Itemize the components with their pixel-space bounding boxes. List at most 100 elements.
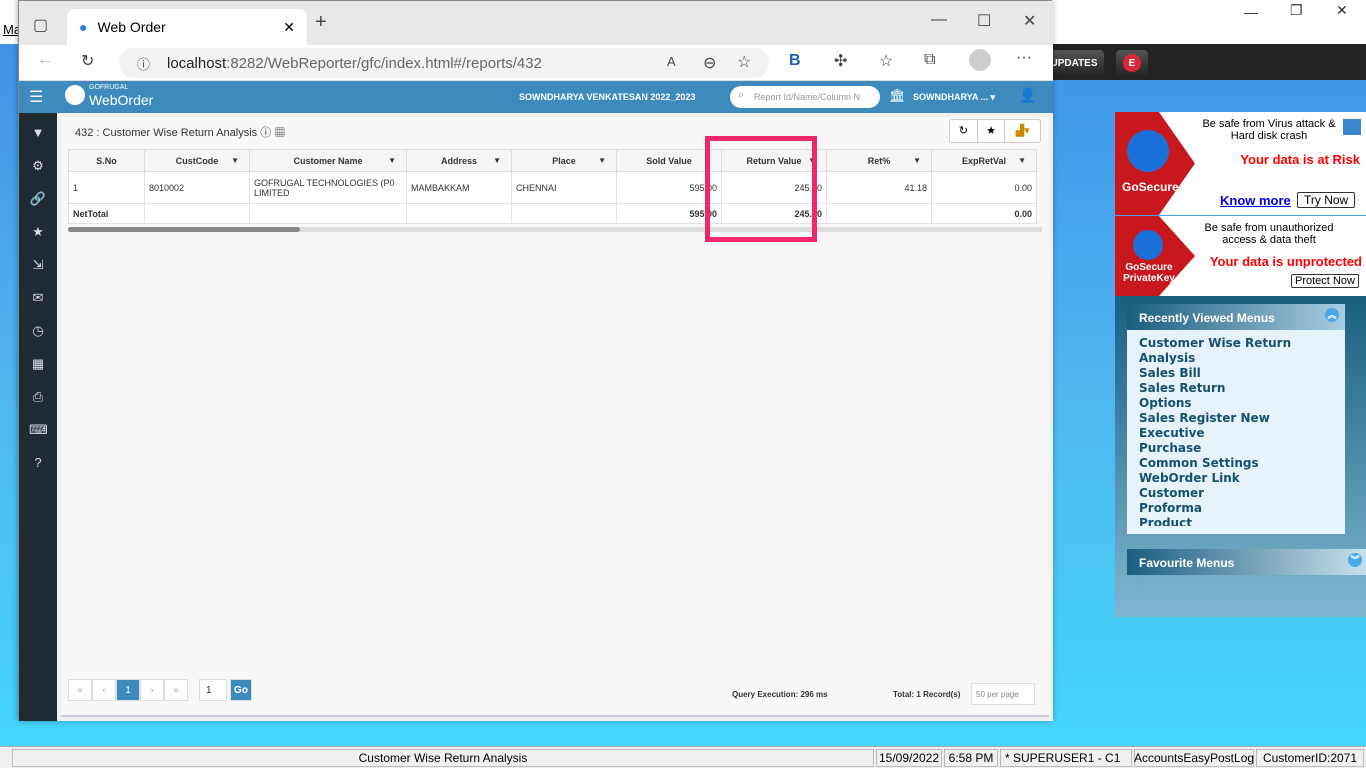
recent-menu-item[interactable]: Purchase: [1139, 441, 1333, 456]
info-icon: ⓘ: [137, 57, 151, 72]
table-row[interactable]: 1 8010002 GOFRUGAL TECHNOLOGIES (P0 LIMITE…: [68, 171, 1037, 204]
know-more-link[interactable]: Know more: [1220, 193, 1291, 208]
read-aloud-icon[interactable]: A: [667, 54, 676, 69]
try-now-button[interactable]: Try Now: [1297, 192, 1356, 208]
export-icon[interactable]: ⇲: [29, 257, 47, 273]
extensions-icon[interactable]: ✣: [834, 51, 847, 71]
next-page-button[interactable]: ›: [140, 679, 164, 701]
column-menu-icon[interactable]: ▼: [598, 156, 606, 165]
refresh-icon[interactable]: [1343, 119, 1361, 135]
recent-menu-item[interactable]: Sales Bill: [1139, 366, 1333, 381]
favourite-menus-header[interactable]: Favourite Menus ︾: [1127, 549, 1366, 575]
gosecure-ad: GoSecure Be safe from Virus attack & Hard…: [1115, 112, 1366, 215]
column-header[interactable]: Address ▼: [406, 149, 512, 172]
more-icon[interactable]: ···: [1016, 49, 1032, 67]
per-page-select[interactable]: 50 per page: [971, 683, 1035, 705]
bing-extension-icon[interactable]: B: [789, 52, 801, 70]
report-search-input[interactable]: Report Id/Name/Column N ⌕: [730, 86, 880, 108]
updates-button[interactable]: UPDATES: [1044, 50, 1104, 76]
column-menu-icon[interactable]: ▼: [388, 156, 396, 165]
user-icon[interactable]: 👤: [1019, 87, 1036, 104]
tab-web-order[interactable]: ● Web Order ✕: [67, 9, 307, 45]
column-menu-icon[interactable]: ▼: [1018, 156, 1026, 165]
company-dropdown[interactable]: SOWNDHARYA ... ▾: [913, 92, 995, 103]
recent-menu-item[interactable]: Common Settings: [1139, 456, 1333, 471]
minimize-icon[interactable]: —: [931, 11, 947, 29]
current-page-button[interactable]: 1: [116, 679, 140, 701]
recent-menus-header[interactable]: Recently Viewed Menus ︽: [1127, 304, 1345, 330]
hamburger-menu-icon[interactable]: ☰: [29, 87, 43, 107]
first-page-button[interactable]: «: [68, 679, 92, 701]
settings-icon[interactable]: ⚙: [29, 158, 47, 174]
go-button[interactable]: Go: [230, 679, 252, 701]
reload-icon[interactable]: ↻: [81, 51, 94, 71]
recent-menu-item[interactable]: Customer: [1139, 486, 1333, 501]
refresh-icon[interactable]: ↻: [950, 120, 978, 142]
horizontal-scrollbar[interactable]: [68, 227, 1042, 232]
close-icon[interactable]: ✕: [1336, 2, 1348, 19]
protect-now-button[interactable]: Protect Now: [1291, 274, 1359, 288]
record-total: Total: 1 Record(s): [893, 690, 961, 699]
recent-menu-item[interactable]: Proforma: [1139, 501, 1333, 516]
print-icon[interactable]: ⎙: [29, 389, 47, 405]
prev-page-button[interactable]: ‹: [92, 679, 116, 701]
recent-menu-item[interactable]: WebOrder Link: [1139, 471, 1333, 486]
mail-icon[interactable]: ✉: [29, 290, 47, 306]
goto-page-input[interactable]: 1: [199, 679, 227, 701]
url-input[interactable]: ⓘ localhost:8282/WebReporter/gfc/index.ht…: [119, 48, 769, 78]
close-window-icon[interactable]: ✕: [1023, 11, 1036, 31]
total-cell: [249, 203, 407, 224]
star-icon[interactable]: ★: [29, 224, 47, 240]
expand-icon: ︾: [1348, 553, 1362, 567]
column-header[interactable]: ExpRetVal ▼: [931, 149, 1037, 172]
column-header[interactable]: Ret% ▼: [826, 149, 932, 172]
report-title: 432 : Customer Wise Return Analysis ⓘ ▦: [75, 127, 286, 139]
database-lock-icon: [1133, 230, 1163, 260]
calendar-icon[interactable]: ▦: [29, 356, 47, 372]
column-header[interactable]: CustCode ▼: [144, 149, 250, 172]
report-content: 432 : Customer Wise Return Analysis ⓘ ▦ …: [57, 113, 1053, 721]
new-tab-icon[interactable]: +: [315, 11, 327, 34]
help-icon[interactable]: ⓘ: [260, 127, 271, 139]
recent-menu-item[interactable]: Options: [1139, 396, 1333, 411]
e-badge: E: [1123, 54, 1141, 72]
recent-menu-item[interactable]: Product: [1139, 516, 1333, 526]
recent-menu-item[interactable]: Executive: [1139, 426, 1333, 441]
restore-icon[interactable]: ❐: [1290, 2, 1303, 19]
favorite-star-icon[interactable]: ★: [978, 120, 1006, 142]
column-menu-icon[interactable]: ▼: [913, 156, 921, 165]
last-page-button[interactable]: »: [164, 679, 188, 701]
clock-icon[interactable]: ◷: [29, 323, 47, 339]
search-icon: ⌕: [738, 89, 745, 101]
favorite-add-icon[interactable]: ☆: [737, 52, 751, 72]
back-icon[interactable]: ←: [37, 51, 53, 69]
column-menu-icon[interactable]: ▼: [231, 156, 239, 165]
zoom-icon[interactable]: ⊖: [703, 53, 716, 73]
column-header[interactable]: S.No: [68, 149, 145, 172]
columns-icon[interactable]: ▦: [274, 127, 285, 139]
chart-dropdown-icon[interactable]: ▟▾: [1005, 120, 1040, 142]
tab-actions-icon[interactable]: ▢: [33, 15, 48, 35]
table-cell: MAMBAKKAM: [406, 171, 512, 204]
link-icon[interactable]: 🔗: [29, 191, 47, 207]
filter-icon[interactable]: ▼: [29, 125, 47, 140]
column-menu-icon[interactable]: ▼: [493, 156, 501, 165]
keyboard-icon[interactable]: ⌨: [29, 422, 48, 438]
collections-icon[interactable]: ⧉: [924, 51, 935, 69]
favorites-icon[interactable]: ☆: [879, 51, 893, 71]
e-button[interactable]: E: [1116, 50, 1148, 76]
column-header[interactable]: Customer Name ▼: [249, 149, 407, 172]
recent-menu-item[interactable]: Sales Return: [1139, 381, 1333, 396]
close-tab-icon[interactable]: ✕: [283, 19, 295, 36]
recent-menu-item[interactable]: Customer Wise Return Analysis: [1139, 336, 1333, 366]
maximize-icon[interactable]: ☐: [977, 11, 991, 31]
minimize-icon[interactable]: —: [1244, 4, 1258, 20]
ad-text: Be safe from Virus attack & Hard disk cra…: [1202, 118, 1336, 142]
background-window-titlebar: — ❐ ✕: [1052, 0, 1366, 44]
recent-menu-item[interactable]: Sales Register New: [1139, 411, 1333, 426]
scrollbar-thumb[interactable]: [68, 227, 300, 232]
help-icon[interactable]: ?: [29, 455, 47, 470]
column-header[interactable]: Place ▼: [511, 149, 617, 172]
collapse-icon: ︽: [1325, 308, 1339, 322]
profile-avatar[interactable]: [969, 49, 991, 71]
